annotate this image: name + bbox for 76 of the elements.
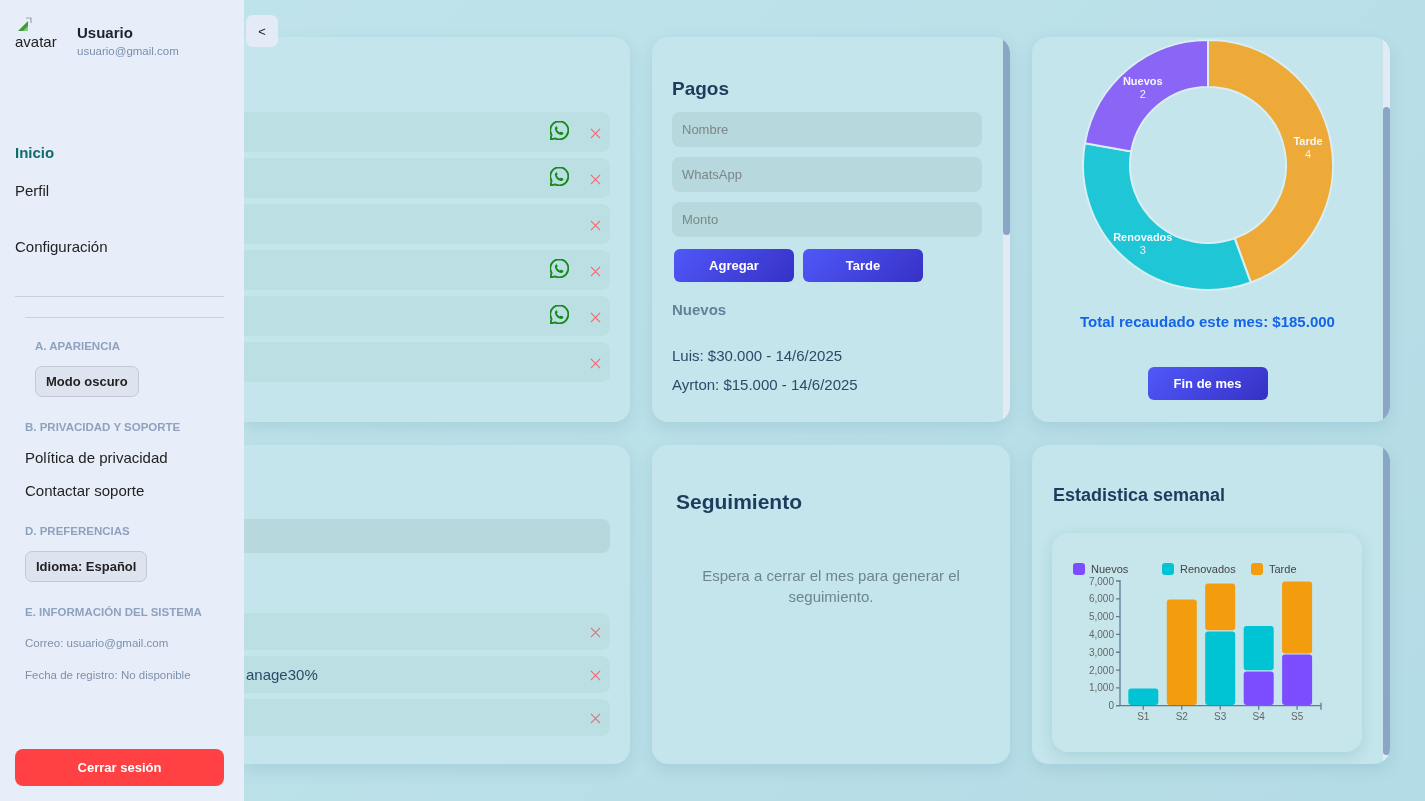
- broken-image-icon: [17, 17, 32, 32]
- settings-button[interactable]: Modo oscuro: [35, 366, 139, 397]
- section-heading: B. PRIVACIDAD Y SOPORTE: [25, 420, 182, 434]
- category-label: S1: [1137, 711, 1150, 722]
- card-title: Estadistica semanal: [1053, 484, 1227, 506]
- nav-item[interactable]: Configuración: [15, 228, 108, 266]
- slice-value: 3: [1139, 243, 1146, 256]
- avatar-alt-text: avatar: [15, 33, 57, 51]
- user-email: usuario@gmail.com: [77, 44, 179, 59]
- collapse-button[interactable]: <: [246, 15, 278, 47]
- info-text: Fecha de registro: No disponible: [25, 668, 191, 683]
- empty-state-message: Espera a cerrar el mes para generar el seguimiento.: [701, 566, 961, 607]
- section-heading: A. APARIENCIA: [35, 339, 121, 353]
- input-field[interactable]: WhatsApp: [672, 157, 982, 192]
- nav-item[interactable]: Inicio: [15, 134, 55, 172]
- sidebar-link[interactable]: Contactar soporte: [25, 481, 145, 501]
- month-end-button[interactable]: Fin de mes: [1147, 367, 1268, 400]
- chart-bar: [1128, 688, 1159, 706]
- input-field[interactable]: Monto: [672, 202, 982, 237]
- axis-tick-label: 2,000: [1088, 664, 1114, 676]
- slice-value: 2: [1139, 88, 1146, 101]
- cross-icon[interactable]: [590, 357, 601, 369]
- cross-icon[interactable]: [590, 713, 601, 724]
- cross-icon[interactable]: [590, 265, 601, 277]
- cross-icon[interactable]: [590, 670, 601, 681]
- chart-bar: [1243, 626, 1274, 671]
- card-title: Pagos: [672, 77, 731, 101]
- cross-icon[interactable]: [590, 173, 601, 185]
- phone-bubble-icon[interactable]: [550, 304, 569, 324]
- cross-icon[interactable]: [590, 311, 601, 323]
- category-label: S5: [1291, 711, 1304, 722]
- input-field[interactable]: [244, 519, 610, 553]
- payment-entry: Luis: $30.000 - 14/6/2025: [672, 346, 844, 366]
- legend-label: Tarde: [1269, 563, 1297, 575]
- axis-tick-label: 7,000: [1088, 575, 1114, 587]
- slice-value: 4: [1304, 148, 1311, 161]
- axis-tick-label: 3,000: [1088, 646, 1114, 658]
- slice-label: Tarde: [1292, 135, 1323, 148]
- legend-swatch-icon: [1073, 563, 1085, 575]
- axis-tick-label: 4,000: [1088, 628, 1114, 640]
- cross-icon[interactable]: [590, 127, 601, 139]
- nav-item[interactable]: Perfil: [15, 172, 50, 210]
- group-heading: Nuevos: [672, 300, 728, 320]
- user-name: Usuario: [77, 24, 133, 42]
- axis-tick-label: 0: [1108, 700, 1114, 712]
- axis-tick-label: 6,000: [1088, 593, 1114, 605]
- cross-icon[interactable]: [590, 219, 601, 231]
- payment-entry: Ayrton: $15.000 - 14/6/2025: [672, 375, 859, 395]
- phone-bubble-icon[interactable]: [550, 120, 569, 140]
- section-heading: E. INFORMACIÓN DEL SISTEMA: [25, 605, 203, 619]
- slice-label: Nuevos: [1122, 75, 1163, 88]
- row-text: anage30%: [246, 666, 318, 683]
- slice-label: Renovados: [1112, 230, 1172, 243]
- late-button[interactable]: Tarde: [803, 249, 923, 282]
- cross-icon[interactable]: [590, 627, 601, 638]
- axis-tick-label: 1,000: [1088, 682, 1114, 694]
- card-title: Seguimiento: [676, 489, 803, 515]
- total-text: Total recaudado este mes: $185.000: [1080, 312, 1335, 332]
- phone-bubble-icon[interactable]: [550, 166, 569, 186]
- category-label: S3: [1214, 711, 1227, 722]
- phone-bubble-icon[interactable]: [550, 258, 569, 278]
- settings-button[interactable]: Idioma: Español: [25, 551, 148, 582]
- section-heading: D. PREFERENCIAS: [25, 524, 131, 538]
- category-label: S4: [1252, 711, 1265, 722]
- legend-label: Renovados: [1180, 563, 1236, 575]
- legend-swatch-icon: [1251, 563, 1263, 575]
- axis-tick-label: 5,000: [1088, 611, 1114, 623]
- input-field[interactable]: Nombre: [672, 112, 982, 147]
- legend-swatch-icon: [1162, 563, 1174, 575]
- chart-bar: [1243, 671, 1274, 706]
- sidebar-link[interactable]: Política de privacidad: [25, 448, 168, 468]
- add-button[interactable]: Agregar: [674, 249, 794, 282]
- info-text: Correo: usuario@gmail.com: [25, 636, 169, 651]
- legend-label: Nuevos: [1091, 563, 1129, 575]
- category-label: S2: [1175, 711, 1188, 722]
- chart-bar: [1282, 654, 1313, 706]
